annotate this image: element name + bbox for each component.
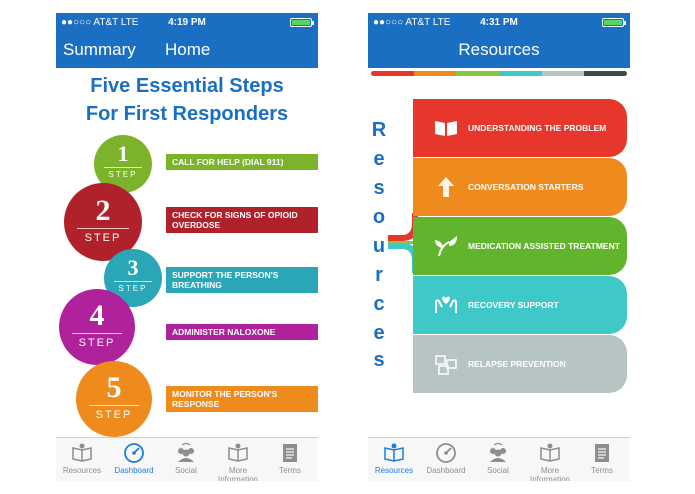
tab-more-information[interactable]: More Information bbox=[524, 442, 576, 481]
vertical-letter: e bbox=[373, 148, 385, 170]
progress-segment bbox=[584, 71, 627, 76]
headline-line-1: Five Essential Steps bbox=[90, 75, 284, 97]
step-1-bar[interactable]: CALL FOR HELP (DIAL 911) bbox=[166, 154, 318, 170]
step-label: STEP bbox=[78, 337, 116, 349]
social-icon bbox=[178, 442, 194, 462]
divider bbox=[89, 405, 139, 406]
vertical-letter: u bbox=[372, 235, 386, 257]
tab-label: Social bbox=[175, 466, 197, 475]
tab-label: More Information bbox=[529, 466, 571, 481]
divider bbox=[114, 281, 152, 282]
vertical-letter: o bbox=[372, 206, 386, 228]
resource-medication-assisted-treatment[interactable]: MEDICATION ASSISTED TREATMENT bbox=[413, 217, 627, 275]
step-4-circle: 4 STEP bbox=[59, 289, 135, 365]
progress-segment bbox=[371, 71, 414, 76]
color-progress-strip bbox=[371, 71, 627, 76]
puzzle-icon bbox=[435, 355, 457, 375]
more-information-icon bbox=[228, 443, 248, 462]
divider bbox=[77, 228, 129, 229]
vertical-letter: s bbox=[373, 349, 385, 371]
status-time: 4:31 PM bbox=[480, 17, 518, 28]
tab-more-information[interactable]: More Information bbox=[212, 442, 264, 481]
arrow-up-icon bbox=[438, 177, 454, 197]
step-label: STEP bbox=[95, 409, 133, 421]
step-4-number: 4 bbox=[89, 299, 105, 332]
terms-icon bbox=[595, 444, 609, 462]
resource-label: CONVERSATION STARTERS bbox=[468, 182, 584, 192]
tab-social[interactable]: Social bbox=[160, 442, 212, 475]
status-bar: ●●○○○ AT&T LTE 4:31 PM bbox=[368, 13, 630, 32]
tab-bar: Resources Dashboard Social More Informat… bbox=[368, 437, 630, 481]
tab-label: Dashboard bbox=[114, 466, 154, 475]
step-3-number: 3 bbox=[127, 255, 139, 280]
tab-dashboard[interactable]: Dashboard bbox=[420, 442, 472, 475]
tab-resources[interactable]: Resources bbox=[56, 442, 108, 475]
vertical-letter: c bbox=[373, 293, 385, 315]
tab-terms[interactable]: Terms bbox=[264, 442, 316, 475]
step-5-bar[interactable]: MONITOR THE PERSON'S RESPONSE bbox=[166, 386, 318, 412]
resource-relapse-prevention[interactable]: RELAPSE PREVENTION bbox=[413, 335, 627, 393]
resource-label: MEDICATION ASSISTED TREATMENT bbox=[468, 241, 620, 251]
tab-label: Resources bbox=[374, 466, 414, 475]
progress-segment bbox=[541, 71, 585, 76]
status-time: 4:19 PM bbox=[168, 17, 206, 28]
tab-label: Terms bbox=[591, 466, 613, 475]
tab-label: Terms bbox=[279, 466, 301, 475]
tab-label: More Information bbox=[217, 466, 259, 481]
vertical-letter: r bbox=[375, 264, 383, 286]
resource-understanding-the-problem[interactable]: UNDERSTANDING THE PROBLEM bbox=[413, 99, 627, 157]
book-icon bbox=[435, 121, 457, 136]
step-4-bar[interactable]: ADMINISTER NALOXONE bbox=[166, 324, 318, 340]
resources-screen: ●●○○○ AT&T LTE 4:31 PM Resources R e s o… bbox=[368, 13, 630, 481]
summary-back-button[interactable]: Summary bbox=[63, 40, 136, 60]
headline-line-2: For First Responders bbox=[85, 103, 289, 125]
step-2-bar[interactable]: CHECK FOR SIGNS OF OPIOID OVERDOSE bbox=[166, 207, 318, 233]
vertical-letter: s bbox=[373, 177, 385, 199]
tab-label: Dashboard bbox=[426, 466, 466, 475]
tab-label: Social bbox=[487, 466, 509, 475]
step-1-number: 1 bbox=[117, 141, 129, 166]
page-title: Home bbox=[165, 40, 211, 59]
hands-icon bbox=[435, 296, 457, 313]
resource-label: RELAPSE PREVENTION bbox=[468, 359, 566, 369]
progress-segment bbox=[413, 71, 457, 76]
step-label: STEP bbox=[108, 170, 138, 179]
vertical-letter: e bbox=[373, 322, 385, 344]
tab-terms[interactable]: Terms bbox=[576, 442, 628, 475]
step-5-circle: 5 STEP bbox=[76, 361, 152, 437]
status-bar: ●●○○○ AT&T LTE 4:19 PM bbox=[56, 13, 318, 32]
tab-dashboard[interactable]: Dashboard bbox=[108, 442, 160, 475]
resource-label: RECOVERY SUPPORT bbox=[468, 300, 559, 310]
divider bbox=[104, 167, 142, 168]
dashboard-icon bbox=[124, 443, 144, 463]
step-3-bar[interactable]: SUPPORT THE PERSON'S BREATHING bbox=[166, 267, 318, 293]
tab-social[interactable]: Social bbox=[472, 442, 524, 475]
terms-icon bbox=[283, 444, 297, 462]
home-screen: ●●○○○ AT&T LTE 4:19 PM Summary Home Five… bbox=[56, 13, 318, 481]
navigation-bar: Summary Home bbox=[56, 32, 318, 68]
resources-icon bbox=[384, 443, 404, 462]
progress-segment bbox=[499, 71, 542, 76]
battery-icon bbox=[602, 18, 626, 27]
divider bbox=[72, 333, 122, 334]
resources-icon bbox=[72, 443, 92, 462]
progress-segment bbox=[456, 71, 500, 76]
dashboard-icon bbox=[436, 443, 456, 463]
step-2-number: 2 bbox=[95, 194, 111, 227]
resource-conversation-starters[interactable]: CONVERSATION STARTERS bbox=[413, 158, 627, 216]
tab-label: Resources bbox=[62, 466, 102, 475]
vertical-letter: R bbox=[371, 119, 387, 141]
resource-label: UNDERSTANDING THE PROBLEM bbox=[468, 123, 607, 133]
resource-recovery-support[interactable]: RECOVERY SUPPORT bbox=[413, 276, 627, 334]
step-5-number: 5 bbox=[106, 371, 122, 404]
tab-bar: Resources Dashboard Social More Informat… bbox=[56, 437, 318, 481]
navigation-bar: Resources bbox=[368, 32, 630, 68]
social-icon bbox=[490, 442, 506, 462]
leaf-icon bbox=[435, 236, 457, 257]
more-information-icon bbox=[540, 443, 560, 462]
step-label: STEP bbox=[84, 232, 122, 244]
battery-icon bbox=[290, 18, 314, 27]
page-title: Resources bbox=[458, 40, 540, 59]
tab-resources[interactable]: Resources bbox=[368, 442, 420, 475]
